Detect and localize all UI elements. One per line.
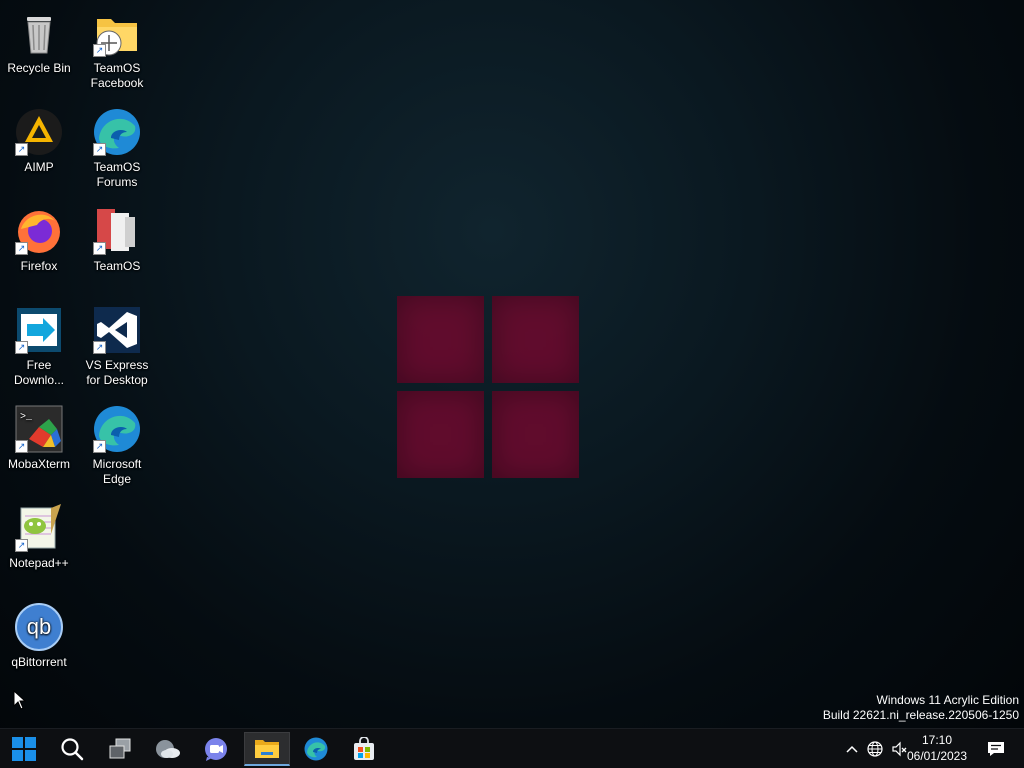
visual-studio-icon: ↗ [93, 306, 141, 354]
desktop-icon-vs-express[interactable]: ↗ VS Express for Desktop [79, 306, 155, 388]
svg-text:>_: >_ [20, 412, 33, 423]
edge-icon [304, 737, 328, 761]
file-explorer-button[interactable] [244, 732, 290, 766]
clock-time: 17:10 [921, 733, 953, 747]
system-tray: 17:10 06/01/2023 [824, 729, 1024, 768]
desktop-icon-label: Firefox [20, 259, 58, 273]
desktop-icon-qbittorrent[interactable]: qb qBittorrent [1, 603, 77, 670]
store-icon [354, 737, 374, 760]
teams-chat-button[interactable] [196, 732, 236, 766]
desktop-icon-mobaxterm[interactable]: >_ ↗ MobaXterm [1, 405, 77, 472]
desktop-icon-free-download-manager[interactable]: ↗ Free Downlo... [1, 306, 77, 388]
show-hidden-icons-button[interactable] [842, 729, 862, 768]
desktop-icon-label: TeamOS Facebook [90, 61, 144, 90]
desktop-icon-label: TeamOS [93, 259, 141, 273]
start-icon [12, 737, 36, 761]
edge-icon: ↗ [93, 405, 141, 453]
network-icon [867, 741, 883, 757]
desktop-icon-notepadpp[interactable]: ↗ Notepad++ [1, 504, 77, 571]
teamos-facebook-icon: ↗ [93, 9, 141, 57]
desktop-icon-label: MobaXterm [7, 457, 71, 471]
desktop-icon-label: qBittorrent [11, 655, 67, 669]
widgets-button[interactable] [148, 732, 188, 766]
desktop-icon-label: Notepad++ [9, 556, 69, 570]
clock-date: 06/01/2023 [906, 749, 968, 763]
desktop-icon-teamos[interactable]: ↗ TeamOS [79, 207, 155, 274]
file-explorer-icon [255, 739, 279, 758]
desktop-icon-label: Recycle Bin [7, 61, 71, 75]
start-button[interactable] [4, 732, 44, 766]
desktop-icon-label: AIMP [24, 160, 54, 174]
desktop-icon-label: Free Downlo... [13, 358, 65, 387]
desktop-icon-microsoft-edge[interactable]: ↗ Microsoft Edge [79, 405, 155, 487]
task-view-button[interactable] [100, 732, 140, 766]
widgets-icon [156, 740, 180, 758]
svg-text:qb: qb [27, 614, 51, 639]
search-icon [61, 738, 84, 761]
notification-center-button[interactable] [976, 729, 1016, 768]
desktop-icon-teamos-forums[interactable]: ↗ TeamOS Forums [79, 108, 155, 190]
free-download-manager-icon: ↗ [15, 306, 63, 354]
store-button[interactable] [344, 732, 384, 766]
taskbar: 17:10 06/01/2023 [0, 728, 1024, 768]
chevron-up-icon [846, 745, 858, 753]
clock[interactable]: 17:10 06/01/2023 [902, 732, 972, 764]
desktop[interactable]: Recycle Bin ↗ AIMP ↗ Firefox ↗ Free Down… [0, 0, 1024, 728]
mouse-cursor-icon [13, 689, 27, 715]
desktop-icon-firefox[interactable]: ↗ Firefox [1, 207, 77, 274]
qbittorrent-icon: qb [15, 603, 63, 651]
task-view-icon [109, 738, 131, 759]
teamos-icon: ↗ [93, 207, 141, 255]
watermark-edition: Windows 11 Acrylic Edition [876, 693, 1020, 707]
desktop-icon-label: Microsoft Edge [92, 457, 142, 486]
edge-icon: ↗ [93, 108, 141, 156]
recycle-bin-icon [15, 9, 63, 57]
desktop-icon-recycle-bin[interactable]: Recycle Bin [1, 9, 77, 76]
desktop-icon-label: VS Express for Desktop [85, 358, 149, 387]
teams-chat-icon [205, 738, 227, 761]
firefox-icon: ↗ [15, 207, 63, 255]
desktop-icon-aimp[interactable]: ↗ AIMP [1, 108, 77, 175]
network-button[interactable] [864, 729, 886, 768]
aimp-icon: ↗ [15, 108, 63, 156]
notification-icon [988, 742, 1004, 756]
windows-logo-wallpaper [397, 296, 579, 478]
watermark-build: Build 22621.ni_release.220506-1250 [822, 708, 1019, 722]
desktop-icon-label: TeamOS Forums [93, 160, 141, 189]
mobaxterm-icon: >_ ↗ [15, 405, 63, 453]
edge-taskbar-button[interactable] [296, 732, 336, 766]
windows-edition-watermark: Windows 11 Acrylic Edition Build 22621.n… [823, 693, 1019, 723]
search-button[interactable] [52, 732, 92, 766]
notepadpp-icon: ↗ [15, 504, 63, 552]
desktop-icon-teamos-facebook[interactable]: ↗ TeamOS Facebook [79, 9, 155, 91]
